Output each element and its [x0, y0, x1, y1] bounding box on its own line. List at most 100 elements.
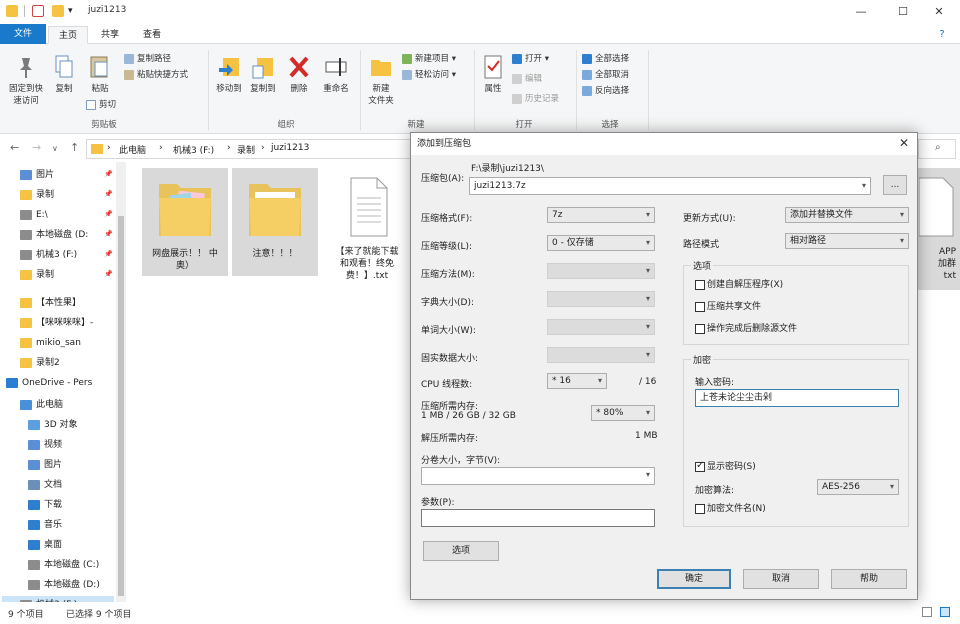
create-sfx-checkbox[interactable]: 创建自解压程序(X) [695, 279, 783, 291]
up-arrow-icon[interactable]: ↑ [70, 141, 79, 154]
edit-button[interactable]: 编辑 [512, 72, 542, 86]
cut-button[interactable]: 剪切 [86, 98, 116, 112]
pin-icon[interactable]: 📌 [104, 230, 113, 238]
pin-icon[interactable]: 📌 [104, 190, 113, 198]
recent-dropdown-icon[interactable]: ∨ [52, 144, 58, 153]
nav-scrollbar[interactable] [116, 162, 126, 602]
tab-file[interactable]: 文件 [0, 24, 46, 44]
dialog-close-icon[interactable]: ✕ [899, 136, 909, 150]
copy-to-button[interactable]: 复制到 [246, 54, 280, 95]
sidebar-item[interactable]: mikio_san [20, 334, 81, 352]
sidebar-item[interactable]: 机械3 (F:) [20, 246, 77, 264]
breadcrumb-this-pc[interactable]: 此电脑 [119, 143, 146, 156]
tab-home[interactable]: 主页 [48, 26, 88, 44]
pin-icon[interactable]: 📌 [104, 210, 113, 218]
archive-name-combo[interactable]: juzi1213.7z ▾ [469, 177, 871, 195]
sidebar-item[interactable]: 录制2 [20, 354, 60, 372]
parameters-input[interactable] [421, 509, 655, 527]
maximize-button[interactable]: ☐ [888, 3, 918, 21]
history-button[interactable]: 历史记录 [512, 92, 559, 106]
breadcrumb-current[interactable]: juzi1213 [271, 143, 309, 153]
move-to-button[interactable]: 移动到 [212, 54, 246, 95]
minimize-button[interactable]: — [846, 3, 876, 21]
pin-icon[interactable]: 📌 [104, 170, 113, 178]
compress-shared-checkbox[interactable]: 压缩共享文件 [695, 301, 761, 313]
tab-view[interactable]: 查看 [132, 26, 172, 44]
large-icons-view-icon[interactable] [940, 607, 950, 617]
details-view-icon[interactable] [922, 607, 932, 617]
properties-button[interactable]: 属性 [478, 54, 508, 95]
open-button[interactable]: 打开 ▾ [512, 52, 549, 66]
chevron-down-icon[interactable]: ▾ [862, 178, 866, 194]
sidebar-item[interactable]: 本地磁盘 (D: [20, 226, 88, 244]
tab-share[interactable]: 共享 [90, 26, 130, 44]
paste-button[interactable]: 粘贴 [84, 54, 116, 95]
search-input[interactable]: ⌕ [918, 139, 956, 159]
sidebar-item[interactable]: 桌面 [28, 536, 62, 554]
field-combo[interactable]: 0 - 仅存储 ▾ [547, 235, 655, 251]
sidebar-item[interactable]: 本地磁盘 (C:) [28, 556, 99, 574]
pin-icon[interactable]: 📌 [104, 270, 113, 278]
options-button[interactable]: 选项 [423, 541, 499, 561]
new-item-button[interactable]: 新建项目 ▾ [402, 52, 456, 66]
cancel-button[interactable]: 取消 [743, 569, 819, 589]
sidebar-item[interactable]: 下载 [28, 496, 62, 514]
sidebar-item[interactable]: 图片 [20, 166, 54, 184]
show-password-checkbox[interactable]: 显示密码(S) [695, 460, 756, 473]
forward-arrow-icon[interactable]: → [32, 141, 41, 154]
delete-after-checkbox[interactable]: 操作完成后删除源文件 [695, 323, 797, 335]
encryption-method-combo[interactable]: AES-256 ▾ [817, 479, 899, 495]
sidebar-item[interactable]: 3D 对象 [28, 416, 78, 434]
sidebar-item[interactable]: 录制 [20, 266, 54, 284]
select-all-button[interactable]: 全部选择 [582, 52, 629, 66]
help-icon[interactable]: ? [930, 26, 954, 44]
new-folder-quick-icon[interactable] [52, 5, 64, 17]
close-button[interactable]: ✕ [924, 3, 954, 21]
easy-access-button[interactable]: 轻松访问 ▾ [402, 68, 456, 82]
paste-shortcut-button[interactable]: 粘贴快捷方式 [124, 68, 188, 82]
sidebar-item[interactable]: E:\ [20, 206, 48, 224]
sidebar-item[interactable]: 【本性果】 [20, 294, 81, 312]
back-arrow-icon[interactable]: ← [10, 141, 19, 154]
quick-access-dropdown-icon[interactable]: ▾ [68, 5, 80, 17]
encrypt-filenames-checkbox[interactable]: 加密文件名(N) [695, 503, 766, 515]
address-input[interactable]: › 此电脑 › 机械3 (F:) › 录制 › juzi1213 [86, 139, 412, 159]
sidebar-item[interactable]: 此电脑 [20, 396, 63, 414]
path-mode-combo[interactable]: 相对路径 ▾ [785, 233, 909, 249]
sidebar-item[interactable]: OneDrive - Pers [6, 374, 92, 392]
checkbox-box [695, 503, 705, 514]
field-combo[interactable]: 7z ▾ [547, 207, 655, 223]
copy-button[interactable]: 复制 [48, 54, 80, 95]
breadcrumb-drive[interactable]: 机械3 (F:) [173, 143, 214, 156]
browse-button[interactable]: ... [883, 175, 907, 195]
pin-quick-access-button[interactable]: 固定到快 速访问 [4, 54, 48, 107]
sidebar-item[interactable]: 视频 [28, 436, 62, 454]
file-item[interactable]: APP 加群 txt [918, 168, 960, 290]
pin-icon[interactable]: 📌 [104, 250, 113, 258]
copy-path-button[interactable]: 复制路径 [124, 52, 171, 66]
file-item[interactable]: 网盘展示！！ 中 奥） [142, 168, 228, 276]
sidebar-item[interactable]: 图片 [28, 456, 62, 474]
sidebar-item[interactable]: 本地磁盘 (D:) [28, 576, 100, 594]
file-item[interactable]: 注意！！！ [232, 168, 318, 276]
help-button[interactable]: 帮助 [831, 569, 907, 589]
file-item[interactable]: 【来了就能下载 和观看！终免 费！】.txt [324, 168, 410, 290]
memory-usage-combo[interactable]: * 80% ▾ [591, 405, 655, 421]
properties-quick-icon[interactable] [32, 5, 44, 17]
invert-selection-button[interactable]: 反向选择 [582, 84, 629, 98]
rename-button[interactable]: 重命名 [318, 54, 354, 95]
ok-button[interactable]: 确定 [657, 569, 731, 589]
sidebar-item[interactable]: 录制 [20, 186, 54, 204]
password-input[interactable]: 上苍未论尘尘击剁 [695, 389, 899, 407]
update-mode-combo[interactable]: 添加并替换文件 ▾ [785, 207, 909, 223]
new-folder-button[interactable]: 新建 文件夹 [362, 54, 400, 107]
breadcrumb-recordings[interactable]: 录制 [237, 143, 255, 156]
cpu-threads-combo[interactable]: * 16 ▾ [547, 373, 607, 389]
delete-button[interactable]: 删除 [284, 54, 314, 95]
sidebar-item[interactable]: 文档 [28, 476, 62, 494]
sidebar-item[interactable]: 【咪咪咪咪】- [20, 314, 93, 332]
scrollbar-thumb[interactable] [118, 216, 124, 596]
split-size-combo[interactable]: ▾ [421, 467, 655, 485]
sidebar-item[interactable]: 音乐 [28, 516, 62, 534]
select-none-button[interactable]: 全部取消 [582, 68, 629, 82]
